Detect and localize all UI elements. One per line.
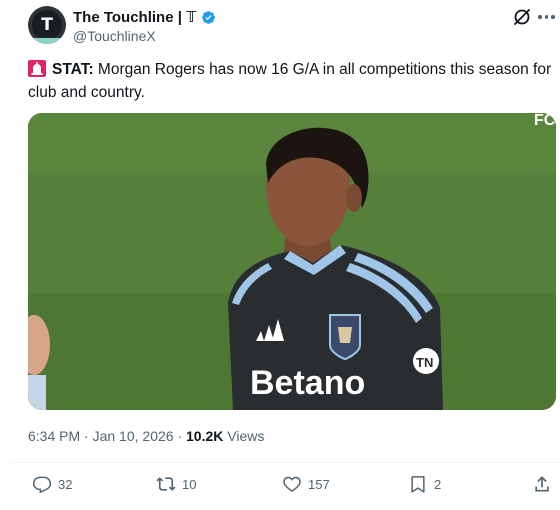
like-count: 157: [308, 476, 330, 492]
tweet-time[interactable]: 6:34 PM: [28, 428, 80, 444]
bookmark-icon: [411, 476, 425, 493]
reply-icon: [32, 476, 52, 494]
repost-count: 10: [182, 476, 197, 492]
tweet-card: T The Touchline | 𝕋 @TouchlineX STAT: Mo…: [0, 0, 560, 510]
author-handle[interactable]: @TouchlineX: [73, 28, 156, 44]
avatar-letter: T: [41, 15, 53, 35]
meta-separator-2: ·: [177, 428, 183, 444]
tweet-stat-label: STAT:: [52, 61, 94, 78]
divider: [12, 462, 560, 463]
more-options-icon[interactable]: [538, 10, 558, 24]
tweet-media-photo[interactable]: FC Betano TN: [28, 113, 556, 410]
tweet-date[interactable]: Jan 10, 2026: [93, 428, 174, 444]
heart-icon: [283, 476, 301, 492]
repost-icon: [156, 477, 176, 491]
bookmark-count: 2: [434, 476, 442, 492]
repost-button[interactable]: 10: [156, 473, 196, 495]
player-photo: FC Betano TN: [28, 113, 556, 410]
like-button[interactable]: 157: [282, 473, 330, 495]
tweet-meta: 6:34 PM · Jan 10, 2026 · 10.2K Views: [28, 428, 264, 444]
author-name-row: The Touchline | 𝕋: [73, 8, 216, 26]
reply-button[interactable]: 32: [32, 473, 72, 495]
share-button[interactable]: [532, 473, 552, 495]
tweet-text: STAT: Morgan Rogers has now 16 G/A in al…: [28, 58, 553, 104]
reply-count: 32: [58, 476, 73, 492]
views-label: Views: [227, 428, 265, 444]
author-display-name[interactable]: The Touchline | 𝕋: [73, 8, 197, 26]
avatar[interactable]: T: [28, 6, 66, 44]
views-count: 10.2K: [186, 428, 224, 444]
rotating-light-icon: [28, 60, 46, 77]
verified-badge-icon: [201, 10, 215, 24]
tweet-body: Morgan Rogers has now 16 G/A in all comp…: [28, 61, 552, 101]
share-icon: [535, 476, 549, 492]
meta-separator: ·: [84, 428, 89, 444]
bookmark-button[interactable]: 2: [408, 473, 441, 495]
grok-icon[interactable]: [512, 7, 532, 27]
corner-watermark: FC: [534, 113, 556, 129]
kit-sponsor-text: Betano: [250, 364, 365, 402]
kit-badge-text: TN: [416, 355, 433, 370]
